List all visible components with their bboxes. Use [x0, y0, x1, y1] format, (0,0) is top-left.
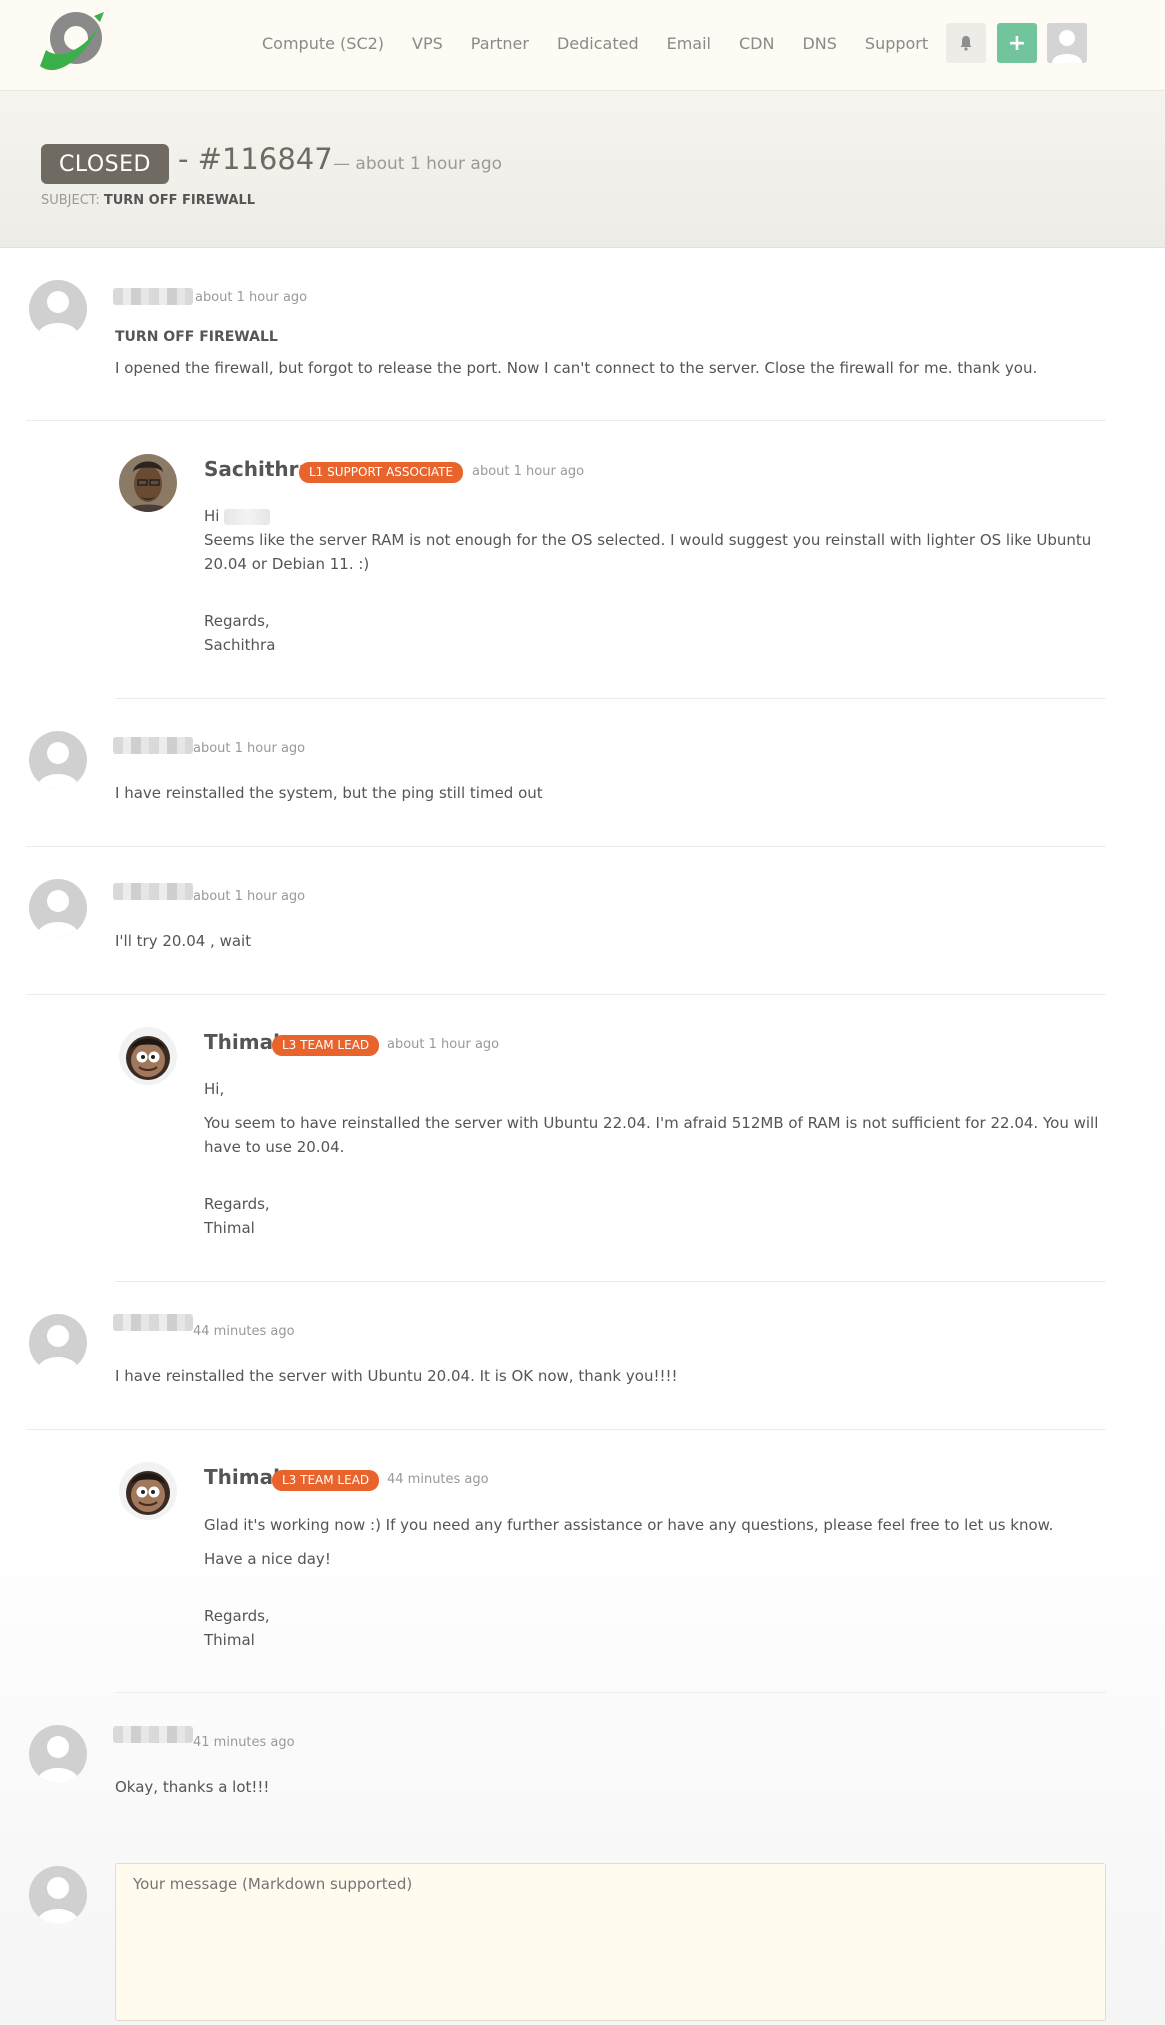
- user-menu-button[interactable]: [1047, 23, 1087, 63]
- message-text: Seems like the server RAM is not enough …: [204, 531, 1092, 573]
- nav-link-cdn[interactable]: CDN: [739, 34, 774, 53]
- customer-avatar: [29, 1314, 87, 1372]
- message-regards: Regards,: [204, 1195, 270, 1213]
- message-divider: [26, 994, 1106, 995]
- message-time: about 1 hour ago: [193, 741, 306, 756]
- message-divider: [115, 1692, 1106, 1693]
- message-time: 41 minutes ago: [193, 1735, 295, 1750]
- message-signature: Thimal: [204, 1631, 255, 1649]
- message-time: about 1 hour ago: [387, 1037, 500, 1052]
- customer-avatar: [29, 879, 87, 937]
- nav-link-partner[interactable]: Partner: [471, 34, 529, 53]
- message-time: about 1 hour ago: [472, 464, 585, 479]
- nav-link-dns[interactable]: DNS: [802, 34, 836, 53]
- staff-name: Thimal: [204, 1465, 280, 1489]
- recipient-name-redacted: [224, 508, 271, 525]
- add-button[interactable]: +: [997, 23, 1037, 63]
- staff-avatar-sachithra: [119, 454, 177, 512]
- message-signature: Thimal: [204, 1219, 255, 1237]
- message-text: I'll try 20.04 , wait: [115, 932, 252, 950]
- message-text: You seem to have reinstalled the server …: [204, 1114, 1099, 1156]
- greeting-text: Hi: [204, 507, 220, 525]
- message-divider: [26, 846, 1106, 847]
- nav-link-email[interactable]: Email: [667, 34, 711, 53]
- bell-icon: [960, 36, 972, 51]
- message-text: Glad it's working now :) If you need any…: [204, 1516, 1054, 1534]
- staff-avatar-thimal: [119, 1462, 177, 1520]
- customer-avatar: [29, 280, 87, 338]
- role-badge: L3 TEAM LEAD: [272, 1470, 380, 1491]
- nav-link-vps[interactable]: VPS: [412, 34, 443, 53]
- customer-name-redacted: [113, 737, 193, 754]
- customer-name-redacted: [113, 1726, 193, 1743]
- status-badge: CLOSED: [41, 144, 169, 184]
- message-divider: [26, 420, 1106, 421]
- subject-value: TURN OFF FIREWALL: [103, 193, 256, 208]
- ticket-header: [0, 91, 1165, 248]
- notifications-button[interactable]: [946, 23, 986, 63]
- message-greeting: Hi: [204, 504, 271, 528]
- message-title: TURN OFF FIREWALL: [115, 329, 278, 345]
- main-nav: Compute (SC2) VPS Partner Dedicated Emai…: [262, 0, 956, 86]
- message-time: about 1 hour ago: [193, 889, 306, 904]
- customer-avatar: [29, 1725, 87, 1783]
- message-regards: Regards,: [204, 612, 270, 630]
- customer-name-redacted: [113, 883, 193, 900]
- message-time: 44 minutes ago: [193, 1324, 295, 1339]
- ticket-number: - #116847: [178, 142, 333, 176]
- message-greeting: Hi,: [204, 1080, 225, 1098]
- current-user-avatar: [29, 1866, 87, 1924]
- message-text-secondary: Have a nice day!: [204, 1550, 331, 1568]
- message-text: I have reinstalled the system, but the p…: [115, 784, 543, 802]
- message-divider: [26, 1429, 1106, 1430]
- customer-name-redacted: [113, 1314, 193, 1331]
- customer-name-redacted: [113, 288, 193, 305]
- nav-link-dedicated[interactable]: Dedicated: [557, 34, 639, 53]
- plus-icon: +: [1007, 30, 1027, 56]
- message-regards: Regards,: [204, 1607, 270, 1625]
- staff-avatar-thimal: [119, 1027, 177, 1085]
- staff-name: Thimal: [204, 1030, 280, 1054]
- customer-avatar: [29, 731, 87, 789]
- subject-line: SUBJECT: TURN OFF FIREWALL: [41, 193, 255, 208]
- reply-message-input[interactable]: [115, 1863, 1106, 2021]
- message-divider: [115, 698, 1106, 699]
- message-divider: [115, 1281, 1106, 1282]
- message-text: I opened the firewall, but forgot to rel…: [115, 359, 1038, 377]
- message-time: about 1 hour ago: [195, 290, 308, 305]
- user-avatar-icon: [1047, 23, 1087, 63]
- staff-name: Sachithra: [204, 457, 313, 481]
- subject-label: SUBJECT:: [41, 193, 100, 208]
- role-badge: L3 TEAM LEAD: [272, 1035, 380, 1056]
- ticket-age: — about 1 hour ago: [333, 154, 503, 174]
- role-badge: L1 SUPPORT ASSOCIATE: [299, 462, 464, 483]
- site-logo[interactable]: [38, 10, 108, 74]
- message-text: Okay, thanks a lot!!!: [115, 1778, 270, 1796]
- message-signature: Sachithra: [204, 636, 276, 654]
- nav-link-support[interactable]: Support: [865, 34, 928, 53]
- top-navbar: Compute (SC2) VPS Partner Dedicated Emai…: [0, 0, 1165, 91]
- nav-link-compute[interactable]: Compute (SC2): [262, 34, 384, 53]
- message-time: 44 minutes ago: [387, 1472, 489, 1487]
- message-text: I have reinstalled the server with Ubunt…: [115, 1367, 678, 1385]
